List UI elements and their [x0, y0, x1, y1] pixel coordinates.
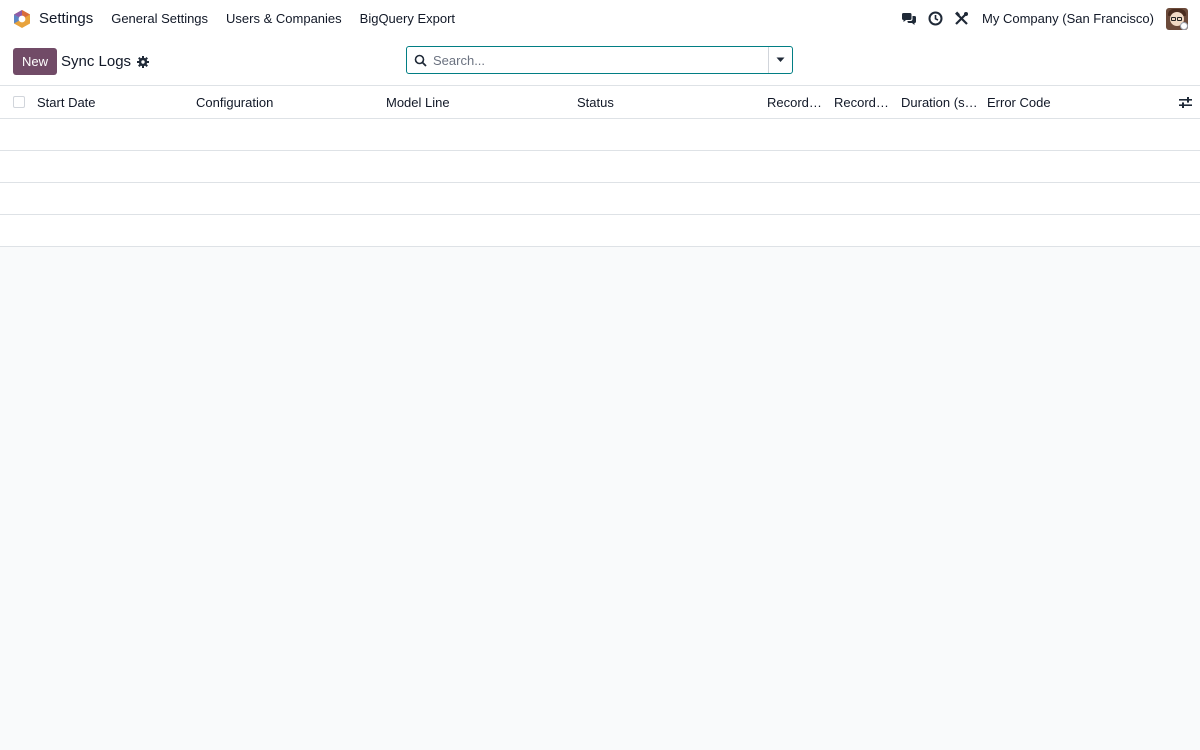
control-panel: New Sync Logs [0, 38, 1200, 86]
table-row [0, 119, 1200, 151]
presence-status-icon [1180, 21, 1188, 30]
app-name[interactable]: Settings [39, 10, 93, 27]
tools-icon[interactable] [952, 10, 970, 28]
caret-down-icon [776, 57, 785, 62]
search-bar [406, 46, 793, 74]
column-records-2[interactable]: Records ... [834, 95, 894, 110]
company-switcher[interactable]: My Company (San Francisco) [982, 11, 1154, 26]
optional-columns-sliders-icon[interactable] [1178, 95, 1192, 109]
clock-icon[interactable] [926, 10, 944, 28]
search-icon [407, 54, 433, 67]
column-error-code[interactable]: Error Code [987, 95, 1107, 110]
column-records-1[interactable]: Records ... [767, 95, 827, 110]
odoo-logo-icon[interactable] [12, 9, 32, 29]
sync-logs-list: Start Date Configuration Model Line Stat… [0, 86, 1200, 247]
search-options-toggle[interactable] [768, 47, 792, 73]
menu-bigquery-export[interactable]: BigQuery Export [360, 11, 455, 26]
top-navbar: Settings General Settings Users & Compan… [0, 0, 1200, 38]
chat-icon[interactable] [900, 10, 918, 28]
table-row [0, 151, 1200, 183]
list-header: Start Date Configuration Model Line Stat… [0, 86, 1200, 119]
breadcrumb-title: Sync Logs [61, 53, 132, 70]
new-button[interactable]: New [13, 48, 58, 75]
select-all-checkbox[interactable] [12, 96, 25, 108]
menu-general-settings[interactable]: General Settings [111, 11, 208, 26]
column-start-date[interactable]: Start Date [37, 95, 196, 110]
search-input[interactable] [433, 47, 768, 73]
table-row [0, 215, 1200, 247]
column-model-line[interactable]: Model Line [386, 95, 577, 110]
gear-icon[interactable] [137, 55, 150, 68]
menu-users-companies[interactable]: Users & Companies [226, 11, 342, 26]
column-duration[interactable]: Duration (se... [901, 95, 979, 110]
column-status[interactable]: Status [577, 95, 767, 110]
table-row [0, 183, 1200, 215]
user-avatar[interactable] [1166, 7, 1188, 30]
column-configuration[interactable]: Configuration [196, 95, 386, 110]
